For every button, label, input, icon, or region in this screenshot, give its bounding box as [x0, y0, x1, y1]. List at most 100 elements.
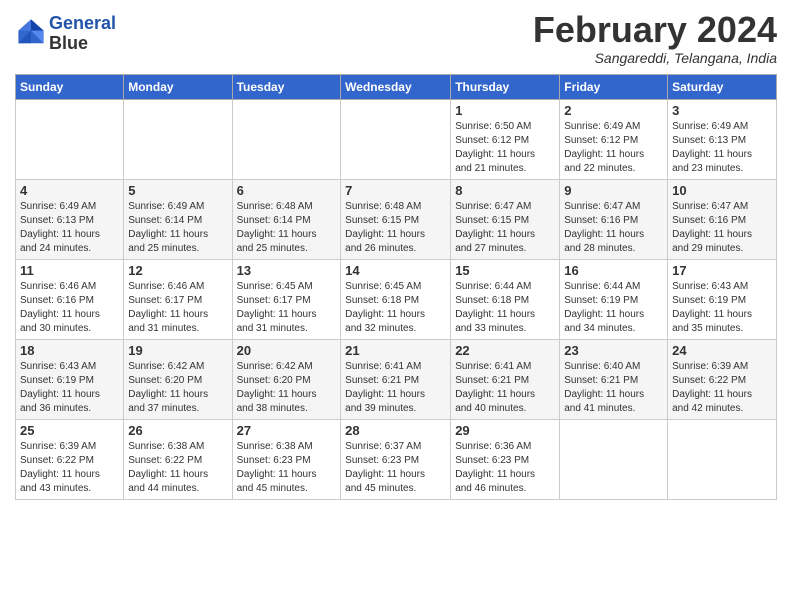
calendar-cell: 27Sunrise: 6:38 AM Sunset: 6:23 PM Dayli… [232, 419, 341, 499]
day-number: 28 [345, 423, 446, 438]
day-info: Sunrise: 6:41 AM Sunset: 6:21 PM Dayligh… [345, 360, 446, 416]
day-number: 17 [672, 263, 772, 278]
week-row: 4 Sunrise: 6:49 AM Sunset: 6:13 PM Daylig… [16, 179, 777, 259]
calendar-cell: 11Sunrise: 6:46 AM Sunset: 6:16 PM Dayli… [16, 259, 124, 339]
calendar-cell: 5 Sunrise: 6:49 AM Sunset: 6:14 PM Daylig… [124, 179, 232, 259]
calendar-cell: 2 Sunrise: 6:49 AM Sunset: 6:12 PM Daylig… [560, 99, 668, 179]
calendar-cell: 8 Sunrise: 6:47 AM Sunset: 6:15 PM Daylig… [451, 179, 560, 259]
day-number: 10 [672, 183, 772, 198]
day-number: 11 [20, 263, 119, 278]
calendar-cell: 25 Sunrise: 6:39 AM Sunset: 6:22 PM Dayli… [16, 419, 124, 499]
calendar-cell: 14 Sunrise: 6:45 AM Sunset: 6:18 PM Dayli… [341, 259, 451, 339]
day-number: 14 [345, 263, 446, 278]
calendar-cell: 16Sunrise: 6:44 AM Sunset: 6:19 PM Dayli… [560, 259, 668, 339]
day-info: Sunrise: 6:43 AM Sunset: 6:19 PM Dayligh… [20, 360, 119, 416]
week-row: 11Sunrise: 6:46 AM Sunset: 6:16 PM Dayli… [16, 259, 777, 339]
day-number: 25 [20, 423, 119, 438]
day-number: 12 [128, 263, 227, 278]
calendar-cell: 18 Sunrise: 6:43 AM Sunset: 6:19 PM Dayli… [16, 339, 124, 419]
calendar-cell: 26Sunrise: 6:38 AM Sunset: 6:22 PM Dayli… [124, 419, 232, 499]
day-number: 13 [237, 263, 337, 278]
calendar-cell: 1 Sunrise: 6:50 AM Sunset: 6:12 PM Daylig… [451, 99, 560, 179]
week-row: 18 Sunrise: 6:43 AM Sunset: 6:19 PM Dayli… [16, 339, 777, 419]
day-info: Sunrise: 6:46 AM Sunset: 6:17 PM Dayligh… [128, 280, 227, 336]
page-header: General Blue February 2024 Sangareddi, T… [15, 10, 777, 66]
day-info: Sunrise: 6:44 AM Sunset: 6:18 PM Dayligh… [455, 280, 555, 336]
day-info: Sunrise: 6:37 AM Sunset: 6:23 PM Dayligh… [345, 440, 446, 496]
calendar-cell: 29 Sunrise: 6:36 AM Sunset: 6:23 PM Dayli… [451, 419, 560, 499]
calendar-cell [124, 99, 232, 179]
calendar-cell: 12 Sunrise: 6:46 AM Sunset: 6:17 PM Dayli… [124, 259, 232, 339]
day-number: 3 [672, 103, 772, 118]
calendar-cell: 7 Sunrise: 6:48 AM Sunset: 6:15 PM Daylig… [341, 179, 451, 259]
day-info: Sunrise: 6:48 AM Sunset: 6:14 PM Dayligh… [237, 200, 337, 256]
week-row: 1 Sunrise: 6:50 AM Sunset: 6:12 PM Daylig… [16, 99, 777, 179]
calendar-cell: 3Sunrise: 6:49 AM Sunset: 6:13 PM Daylig… [668, 99, 777, 179]
calendar-cell: 23Sunrise: 6:40 AM Sunset: 6:21 PM Dayli… [560, 339, 668, 419]
day-number: 5 [128, 183, 227, 198]
calendar-cell: 13 Sunrise: 6:45 AM Sunset: 6:17 PM Dayli… [232, 259, 341, 339]
day-info: Sunrise: 6:48 AM Sunset: 6:15 PM Dayligh… [345, 200, 446, 256]
location-subtitle: Sangareddi, Telangana, India [533, 50, 777, 66]
day-info: Sunrise: 6:47 AM Sunset: 6:16 PM Dayligh… [564, 200, 663, 256]
logo-text: General Blue [49, 14, 116, 54]
day-number: 8 [455, 183, 555, 198]
day-info: Sunrise: 6:39 AM Sunset: 6:22 PM Dayligh… [20, 440, 119, 496]
calendar-cell [341, 99, 451, 179]
calendar-cell [232, 99, 341, 179]
header-row: SundayMondayTuesdayWednesdayThursdayFrid… [16, 74, 777, 99]
day-info: Sunrise: 6:49 AM Sunset: 6:14 PM Dayligh… [128, 200, 227, 256]
day-info: Sunrise: 6:43 AM Sunset: 6:19 PM Dayligh… [672, 280, 772, 336]
logo: General Blue [15, 14, 116, 54]
day-info: Sunrise: 6:36 AM Sunset: 6:23 PM Dayligh… [455, 440, 555, 496]
calendar-cell: 20Sunrise: 6:42 AM Sunset: 6:20 PM Dayli… [232, 339, 341, 419]
day-number: 26 [128, 423, 227, 438]
day-number: 4 [20, 183, 119, 198]
day-info: Sunrise: 6:50 AM Sunset: 6:12 PM Dayligh… [455, 120, 555, 176]
day-info: Sunrise: 6:42 AM Sunset: 6:20 PM Dayligh… [128, 360, 227, 416]
day-number: 6 [237, 183, 337, 198]
calendar-cell: 21 Sunrise: 6:41 AM Sunset: 6:21 PM Dayli… [341, 339, 451, 419]
day-info: Sunrise: 6:40 AM Sunset: 6:21 PM Dayligh… [564, 360, 663, 416]
calendar-cell: 10 Sunrise: 6:47 AM Sunset: 6:16 PM Dayli… [668, 179, 777, 259]
calendar-cell: 17 Sunrise: 6:43 AM Sunset: 6:19 PM Dayli… [668, 259, 777, 339]
day-info: Sunrise: 6:49 AM Sunset: 6:13 PM Dayligh… [20, 200, 119, 256]
header-monday: Monday [124, 74, 232, 99]
day-number: 7 [345, 183, 446, 198]
day-number: 29 [455, 423, 555, 438]
header-wednesday: Wednesday [341, 74, 451, 99]
day-info: Sunrise: 6:45 AM Sunset: 6:17 PM Dayligh… [237, 280, 337, 336]
day-info: Sunrise: 6:45 AM Sunset: 6:18 PM Dayligh… [345, 280, 446, 336]
calendar-cell: 9Sunrise: 6:47 AM Sunset: 6:16 PM Daylig… [560, 179, 668, 259]
header-sunday: Sunday [16, 74, 124, 99]
calendar-cell: 4 Sunrise: 6:49 AM Sunset: 6:13 PM Daylig… [16, 179, 124, 259]
day-info: Sunrise: 6:47 AM Sunset: 6:15 PM Dayligh… [455, 200, 555, 256]
month-title: February 2024 [533, 10, 777, 50]
day-info: Sunrise: 6:38 AM Sunset: 6:23 PM Dayligh… [237, 440, 337, 496]
day-number: 22 [455, 343, 555, 358]
calendar-cell: 24 Sunrise: 6:39 AM Sunset: 6:22 PM Dayli… [668, 339, 777, 419]
header-friday: Friday [560, 74, 668, 99]
day-number: 20 [237, 343, 337, 358]
calendar-cell: 15 Sunrise: 6:44 AM Sunset: 6:18 PM Dayli… [451, 259, 560, 339]
week-row: 25 Sunrise: 6:39 AM Sunset: 6:22 PM Dayli… [16, 419, 777, 499]
title-section: February 2024 Sangareddi, Telangana, Ind… [533, 10, 777, 66]
day-info: Sunrise: 6:49 AM Sunset: 6:12 PM Dayligh… [564, 120, 663, 176]
day-number: 24 [672, 343, 772, 358]
day-number: 21 [345, 343, 446, 358]
day-number: 16 [564, 263, 663, 278]
day-number: 18 [20, 343, 119, 358]
calendar-table: SundayMondayTuesdayWednesdayThursdayFrid… [15, 74, 777, 500]
logo-icon [17, 18, 45, 46]
calendar-cell [668, 419, 777, 499]
day-number: 19 [128, 343, 227, 358]
day-number: 15 [455, 263, 555, 278]
day-number: 2 [564, 103, 663, 118]
day-number: 1 [455, 103, 555, 118]
calendar-cell: 6 Sunrise: 6:48 AM Sunset: 6:14 PM Daylig… [232, 179, 341, 259]
day-info: Sunrise: 6:47 AM Sunset: 6:16 PM Dayligh… [672, 200, 772, 256]
day-info: Sunrise: 6:39 AM Sunset: 6:22 PM Dayligh… [672, 360, 772, 416]
day-info: Sunrise: 6:41 AM Sunset: 6:21 PM Dayligh… [455, 360, 555, 416]
calendar-cell: 19 Sunrise: 6:42 AM Sunset: 6:20 PM Dayli… [124, 339, 232, 419]
header-saturday: Saturday [668, 74, 777, 99]
